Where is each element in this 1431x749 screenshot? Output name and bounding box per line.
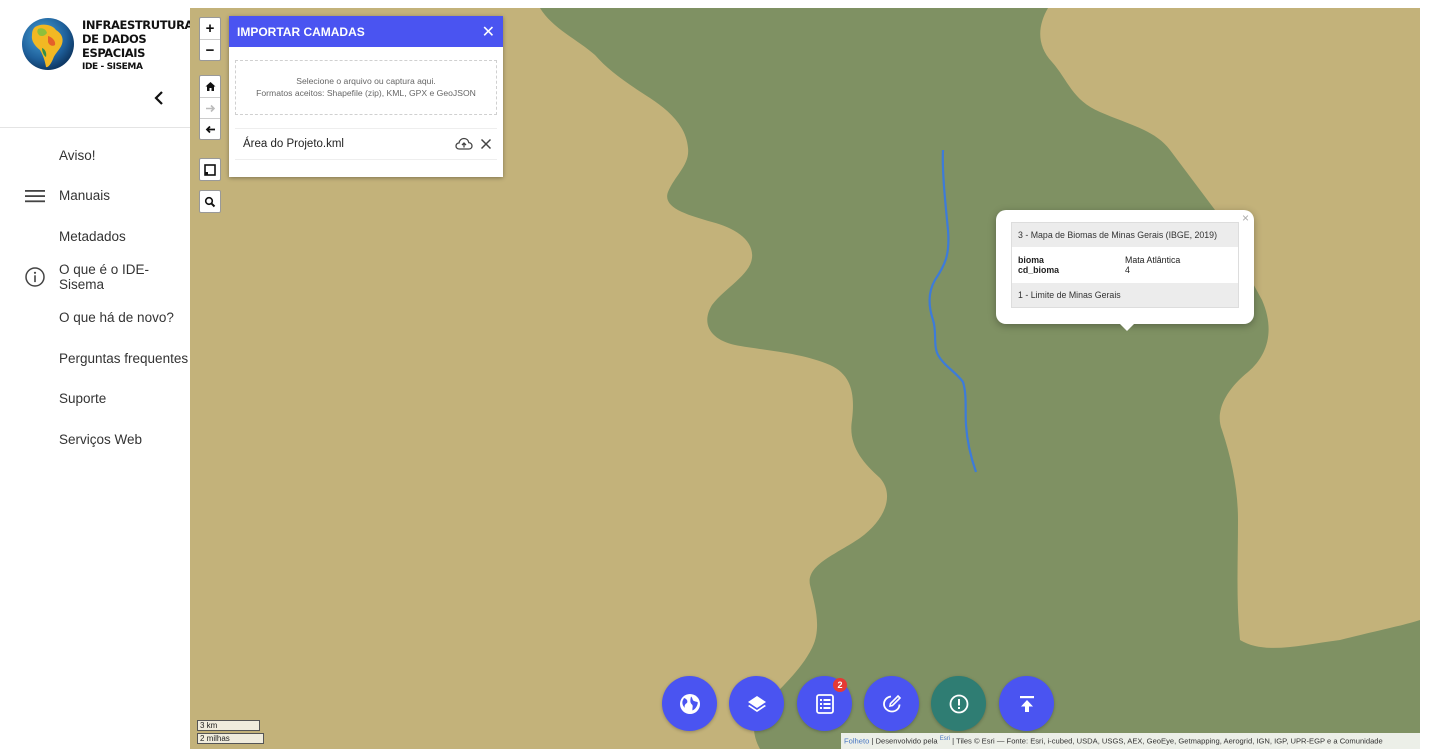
attribute-value: 4 (1125, 265, 1130, 275)
menu-item-perguntas[interactable]: Perguntas frequentes (0, 338, 190, 379)
imported-file-row: Área do Projeto.kml (235, 128, 497, 160)
sidebar-divider (0, 127, 190, 128)
layers-icon (747, 695, 766, 712)
esri-link[interactable]: Esri (940, 736, 950, 742)
info-circle-icon (25, 267, 45, 287)
mata-atlantica-biome-area (540, 8, 1420, 749)
feature-info-popup: × 3 - Mapa de Biomas de Minas Gerais (IB… (996, 210, 1254, 331)
popup-attribute-table: 3 - Mapa de Biomas de Minas Gerais (IBGE… (1011, 222, 1239, 308)
popup-attribute-row: cd_bioma 4 (1012, 265, 1238, 275)
file-dropzone[interactable]: Selecione o arquivo ou captura aqui. For… (235, 60, 497, 115)
fullscreen-button[interactable] (200, 159, 220, 180)
menu-item-label: O que é o IDE-Sisema (59, 262, 150, 293)
alert-icon (949, 694, 968, 713)
popup-next-layer[interactable]: 1 - Limite de Minas Gerais (1012, 283, 1238, 307)
cloud-upload-icon[interactable] (455, 135, 473, 153)
upload-icon (1019, 695, 1034, 712)
sidebar-menu: Aviso! Manuais Metadados O que é o IDE-S… (0, 135, 190, 460)
menu-item-label: Perguntas frequentes (59, 350, 189, 366)
app-root: INFRAESTRUTURA DE DADOS ESPACIAIS IDE - … (0, 0, 1431, 749)
navigation-control (199, 75, 221, 140)
brand-line-1: INFRAESTRUTURA (82, 18, 194, 32)
attribution-powered: | Desenvolvido pela (869, 736, 940, 746)
brand-line-2: DE DADOS ESPACIAIS (82, 32, 147, 60)
globe-icon (679, 693, 700, 714)
menu-item-aviso[interactable]: Aviso! (0, 135, 190, 176)
scale-imperial: 2 milhas (197, 733, 264, 744)
menu-item-manuais[interactable]: Manuais (0, 176, 190, 217)
search-button[interactable] (200, 191, 220, 212)
import-layers-panel: IMPORTAR CAMADAS ✕ Selecione o arquivo o… (229, 16, 503, 177)
menu-item-servicos-web[interactable]: Serviços Web (0, 419, 190, 460)
menu-item-suporte[interactable]: Suporte (0, 379, 190, 420)
brand-title: INFRAESTRUTURA DE DADOS ESPACIAIS IDE - … (82, 18, 193, 74)
menu-item-metadados[interactable]: Metadados (0, 216, 190, 257)
attribute-key: bioma (1018, 255, 1044, 265)
forward-button[interactable] (200, 97, 220, 118)
search-control (199, 190, 221, 213)
map-attribution: Folheto | Desenvolvido pela Esri | Tiles… (841, 733, 1420, 749)
back-button[interactable] (200, 118, 220, 139)
sidebar: INFRAESTRUTURA DE DADOS ESPACIAIS IDE - … (0, 0, 193, 749)
brand-line-3: IDE - SISEMA (82, 62, 143, 72)
fullscreen-icon (204, 163, 216, 176)
import-panel-title: IMPORTAR CAMADAS (237, 24, 365, 39)
import-panel-header: IMPORTAR CAMADAS ✕ (229, 16, 503, 47)
collapse-sidebar-chevron-icon[interactable] (150, 86, 170, 110)
arrow-left-icon (205, 125, 215, 133)
menu-item-novidades[interactable]: O que há de novo? (0, 297, 190, 338)
alert-button[interactable] (931, 676, 986, 731)
zoom-out-button[interactable]: − (200, 39, 220, 60)
menu-item-label: Aviso! (59, 147, 96, 163)
menu-item-label: Suporte (59, 391, 107, 407)
hamburger-menu-icon (25, 189, 45, 203)
zoom-in-button[interactable]: + (200, 18, 220, 39)
globe-logo-icon (22, 18, 74, 70)
search-icon (204, 196, 216, 207)
dropzone-instruction: Selecione o arquivo ou captura aqui. (296, 76, 436, 86)
layers-button[interactable] (729, 676, 784, 731)
attribution-tiles: | Tiles © Esri — Fonte: Esri, i-cubed, U… (950, 736, 1383, 746)
menu-item-label: O que há de novo? (59, 310, 174, 326)
attribute-key: cd_bioma (1018, 265, 1060, 275)
arrow-right-icon (205, 104, 215, 112)
popup-layer-title: 3 - Mapa de Biomas de Minas Gerais (IBGE… (1012, 223, 1238, 247)
menu-item-label: Serviços Web (59, 431, 143, 447)
basemap-globe-button[interactable] (662, 676, 717, 731)
notification-badge: 2 (833, 678, 847, 692)
scale-metric: 3 km (197, 720, 260, 731)
popup-tip (1118, 322, 1136, 331)
remove-file-close-icon[interactable] (477, 135, 495, 153)
upload-button[interactable] (999, 676, 1054, 731)
menu-item-label: Metadados (59, 228, 126, 244)
menu-item-label: Manuais (59, 188, 111, 204)
imported-file-name: Área do Projeto.kml (243, 138, 344, 150)
list-icon (815, 693, 834, 714)
leaflet-link[interactable]: Folheto (844, 737, 869, 746)
menu-item-o-que-e[interactable]: O que é o IDE-Sisema (0, 257, 190, 298)
attribute-value: Mata Atlântica (1125, 255, 1181, 265)
zoom-control: + − (199, 17, 221, 61)
close-icon[interactable]: ✕ (482, 22, 495, 42)
legend-list-button[interactable]: 2 (797, 676, 852, 731)
popup-attribute-row: bioma Mata Atlântica (1012, 255, 1238, 265)
home-button[interactable] (200, 76, 220, 97)
fullscreen-control (199, 158, 221, 181)
popup-close-icon[interactable]: × (1242, 211, 1249, 225)
draw-edit-button[interactable] (864, 676, 919, 731)
home-icon (205, 82, 215, 91)
draw-edit-icon (882, 694, 901, 712)
dropzone-formats: Formatos aceitos: Shapefile (zip), KML, … (256, 88, 476, 98)
